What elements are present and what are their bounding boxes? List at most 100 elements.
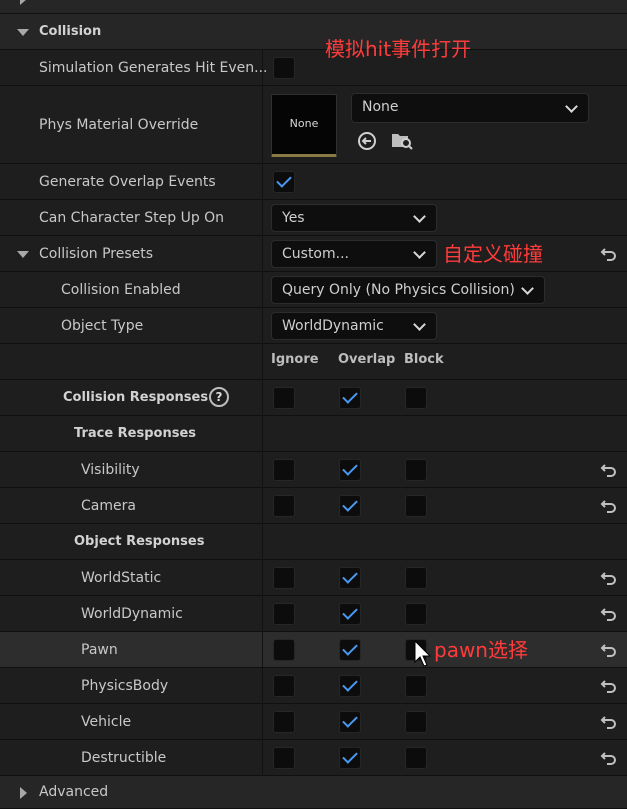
section-advanced-top[interactable]: Advanced (0, 0, 627, 14)
response-row-worldstatic: WorldStatic (0, 560, 627, 596)
reset-icon[interactable] (599, 569, 617, 587)
browse-icon[interactable] (390, 129, 414, 151)
section-collision[interactable]: Collision (0, 14, 627, 50)
response-row-pawn: Pawn (0, 632, 627, 668)
worldstatic-ignore-checkbox[interactable] (273, 567, 295, 589)
physicsbody-block-checkbox[interactable] (405, 675, 427, 697)
reset-icon[interactable] (599, 713, 617, 731)
vehicle-ignore-checkbox[interactable] (273, 711, 295, 733)
all-ignore-checkbox[interactable] (273, 387, 295, 409)
camera-block-checkbox[interactable] (405, 495, 427, 517)
all-overlap-checkbox[interactable] (339, 387, 361, 409)
visibility-ignore-checkbox[interactable] (273, 459, 295, 481)
reset-icon[interactable] (599, 245, 617, 263)
object-responses-label: Object Responses (74, 534, 205, 549)
worldstatic-block-checkbox[interactable] (405, 567, 427, 589)
column-ignore: Ignore (271, 352, 319, 367)
section-collision-label: Collision (39, 24, 102, 39)
overlap-events-label: Generate Overlap Events (39, 174, 216, 190)
row-object-responses: Object Responses (0, 524, 627, 560)
response-row-worlddynamic: WorldDynamic (0, 596, 627, 632)
presets-value: Custom... (282, 246, 349, 262)
response-label-camera: Camera (81, 498, 136, 514)
vehicle-block-checkbox[interactable] (405, 711, 427, 733)
camera-overlap-checkbox[interactable] (339, 495, 361, 517)
response-label-pawn: Pawn (81, 642, 118, 658)
thumbnail-none-text: None (289, 117, 319, 130)
reset-icon[interactable] (599, 461, 617, 479)
pawn-ignore-checkbox[interactable] (273, 639, 295, 661)
visibility-overlap-checkbox[interactable] (339, 459, 361, 481)
chevron-down-icon (521, 282, 534, 295)
physicsbody-overlap-checkbox[interactable] (339, 675, 361, 697)
object-type-label: Object Type (61, 318, 144, 334)
phys-material-value: None (362, 99, 399, 115)
section-advanced-label: Advanced (39, 0, 108, 14)
step-up-value: Yes (282, 210, 305, 226)
presets-dropdown[interactable]: Custom... (271, 240, 437, 268)
reset-icon[interactable] (599, 641, 617, 659)
sim-hit-label: Simulation Generates Hit Even... (39, 60, 268, 76)
physicsbody-ignore-checkbox[interactable] (273, 675, 295, 697)
section-advanced[interactable]: Advanced (0, 776, 627, 809)
vehicle-overlap-checkbox[interactable] (339, 711, 361, 733)
destructible-ignore-checkbox[interactable] (273, 747, 295, 769)
row-sim-hit: Simulation Generates Hit Even... (0, 50, 627, 86)
presets-label: Collision Presets (39, 246, 154, 262)
reset-icon[interactable] (599, 605, 617, 623)
response-label-destructible: Destructible (81, 750, 167, 766)
annotation-pawn: pawn选择 (434, 638, 528, 662)
response-label-worldstatic: WorldStatic (81, 570, 162, 586)
step-up-label: Can Character Step Up On (39, 210, 225, 226)
sim-hit-checkbox[interactable] (273, 57, 295, 79)
chevron-down-icon (413, 318, 426, 331)
response-label-worlddynamic: WorldDynamic (81, 606, 183, 622)
chevron-down-icon (413, 210, 426, 223)
phys-material-thumbnail[interactable]: None (271, 94, 337, 157)
response-row-visibility: Visibility (0, 452, 627, 488)
mouse-cursor-icon (414, 640, 432, 667)
response-row-destructible: Destructible (0, 740, 627, 776)
destructible-overlap-checkbox[interactable] (339, 747, 361, 769)
row-trace-responses: Trace Responses (0, 416, 627, 452)
response-label-physicsbody: PhysicsBody (81, 678, 169, 694)
row-overlap-events: Generate Overlap Events (0, 164, 627, 200)
collapse-arrow-icon[interactable] (17, 29, 29, 36)
expand-arrow-icon[interactable] (20, 787, 27, 799)
destructible-block-checkbox[interactable] (405, 747, 427, 769)
details-panel: Advanced Collision Simulation Generates … (0, 0, 627, 809)
all-block-checkbox[interactable] (405, 387, 427, 409)
phys-material-dropdown[interactable]: None (351, 93, 589, 123)
row-collision-enabled: Collision Enabled Query Only (No Physics… (0, 272, 627, 308)
chevron-down-icon (565, 100, 578, 113)
pawn-overlap-checkbox[interactable] (339, 639, 361, 661)
overlap-events-checkbox[interactable] (273, 171, 295, 193)
object-type-dropdown[interactable]: WorldDynamic (271, 312, 437, 340)
worldstatic-overlap-checkbox[interactable] (339, 567, 361, 589)
worlddynamic-ignore-checkbox[interactable] (273, 603, 295, 625)
collision-enabled-dropdown[interactable]: Query Only (No Physics Collision) (271, 276, 545, 304)
camera-ignore-checkbox[interactable] (273, 495, 295, 517)
help-icon[interactable]: ? (209, 387, 229, 407)
collapse-arrow-icon[interactable] (17, 251, 29, 258)
row-step-up: Can Character Step Up On Yes (0, 200, 627, 236)
column-block: Block (404, 352, 444, 367)
chevron-down-icon (413, 246, 426, 259)
use-selected-icon[interactable] (356, 130, 378, 152)
reset-icon[interactable] (599, 749, 617, 767)
worlddynamic-overlap-checkbox[interactable] (339, 603, 361, 625)
annotation-hit: 模拟hit事件打开 (325, 37, 472, 61)
collision-enabled-value: Query Only (No Physics Collision) (282, 282, 515, 298)
expand-arrow-icon[interactable] (20, 0, 27, 5)
row-collision-responses: Collision Responses (0, 380, 627, 416)
collision-enabled-label: Collision Enabled (61, 282, 181, 298)
reset-icon[interactable] (599, 677, 617, 695)
worlddynamic-block-checkbox[interactable] (405, 603, 427, 625)
column-overlap: Overlap (338, 352, 396, 367)
response-row-vehicle: Vehicle (0, 704, 627, 740)
step-up-dropdown[interactable]: Yes (271, 204, 437, 232)
trace-responses-label: Trace Responses (74, 426, 197, 441)
visibility-block-checkbox[interactable] (405, 459, 427, 481)
collision-responses-label: Collision Responses (63, 390, 209, 405)
reset-icon[interactable] (599, 497, 617, 515)
